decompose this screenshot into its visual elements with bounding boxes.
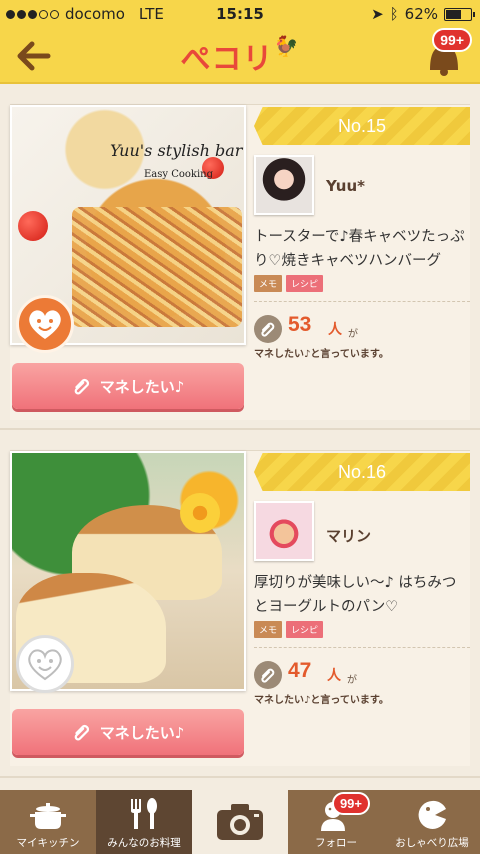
mane-button-label: マネしたい♪ — [99, 377, 185, 396]
username[interactable]: マリン — [326, 525, 371, 546]
avatar[interactable] — [254, 155, 314, 215]
heart-outline-icon — [28, 649, 62, 681]
status-right: ➤ ᛒ 62% — [371, 5, 475, 23]
fork-spoon-icon — [131, 798, 157, 829]
recipe-title[interactable]: 厚切りが美味しい〜♪ はちみつとヨーグルトのパン♡ — [254, 571, 470, 619]
mane-button[interactable]: マネしたい♪ — [12, 363, 244, 409]
battery-percent: 62% — [404, 5, 438, 23]
tomato-decoration — [18, 211, 48, 241]
logo-text: ぺコリ — [180, 42, 274, 77]
mane-button-label: マネしたい♪ — [99, 723, 185, 742]
bluetooth-icon: ᛒ — [389, 5, 399, 23]
tag-list: メモ レシピ — [254, 621, 324, 638]
like-unit: 人 — [327, 668, 341, 684]
tab-label: おしゃべり広場 — [395, 837, 469, 849]
tab-my-kitchen[interactable]: マイキッチン — [0, 790, 96, 854]
divider — [254, 301, 470, 302]
pot-icon — [30, 803, 66, 829]
like-description: マネしたい♪と言っています。 — [254, 695, 389, 706]
tag-memo: メモ — [254, 275, 283, 292]
heart-face-icon — [29, 310, 61, 339]
peko-heart-button[interactable] — [16, 295, 74, 353]
photo-caption-title: Yuu's stylish bar — [110, 141, 243, 160]
tab-follow[interactable]: 99+ フォロー — [288, 790, 384, 854]
clip-icon — [254, 315, 282, 343]
tab-label: みんなのお料理 — [107, 837, 181, 849]
card-separator — [0, 776, 480, 778]
username[interactable]: Yuu* — [326, 177, 365, 195]
camera-icon — [217, 804, 263, 840]
clip-icon — [74, 725, 89, 741]
like-particle: が — [348, 329, 358, 340]
card-separator — [0, 428, 480, 430]
avatar[interactable] — [254, 501, 314, 561]
divider — [254, 647, 470, 648]
tab-label: マイキッチン — [16, 837, 80, 849]
battery-icon — [444, 7, 475, 21]
location-icon: ➤ — [371, 5, 384, 23]
chat-icon — [418, 800, 446, 829]
tag-recipe: レシピ — [286, 621, 324, 638]
tag-memo: メモ — [254, 621, 283, 638]
follow-badge: 99+ — [331, 792, 370, 815]
tab-everyone-dishes[interactable]: みんなのお料理 — [96, 790, 192, 854]
recipe-card[interactable]: No.16 マリン 厚切りが美味しい〜♪ はちみつとヨーグルトのパン♡ メモ レ… — [10, 450, 470, 766]
mane-button[interactable]: マネしたい♪ — [12, 709, 244, 755]
food-image — [72, 207, 242, 327]
nav-bar: ぺコリ🐓 99+ — [0, 28, 480, 84]
like-description: マネしたい♪と言っています。 — [254, 349, 389, 360]
recipe-title[interactable]: トースターで♪春キャベツたっぷり♡焼きキャベツハンバーグ — [254, 225, 470, 273]
tag-list: メモ レシピ — [254, 275, 324, 292]
like-count: 47 — [288, 659, 312, 682]
status-bar: docomo LTE 15:15 ➤ ᛒ 62% — [0, 0, 480, 28]
like-count: 53 — [288, 313, 312, 336]
tag-recipe: レシピ — [286, 275, 324, 292]
flower-decoration — [180, 493, 220, 533]
rank-ribbon: No.15 — [254, 107, 470, 145]
tab-bar: マイキッチン みんなのお料理 99+ フォロー おしゃべり広場 — [0, 790, 480, 854]
photo-caption-subtitle: Easy Cooking — [144, 169, 214, 180]
tab-label: フォロー — [315, 837, 357, 849]
tab-camera[interactable] — [192, 790, 288, 854]
app-logo: ぺコリ🐓 — [0, 34, 480, 78]
like-particle: が — [347, 675, 357, 686]
rooster-icon: 🐓 — [273, 34, 300, 58]
clip-icon — [74, 379, 89, 395]
like-unit: 人 — [328, 322, 342, 338]
peko-heart-button[interactable] — [16, 635, 74, 693]
clip-icon — [254, 661, 282, 689]
tab-chat-plaza[interactable]: おしゃべり広場 — [384, 790, 480, 854]
recipe-card[interactable]: Yuu's stylish bar Easy Cooking No.15 Yuu… — [10, 104, 470, 420]
notification-button[interactable]: 99+ — [424, 28, 472, 76]
notification-badge: 99+ — [432, 28, 472, 52]
rank-ribbon: No.16 — [254, 453, 470, 491]
